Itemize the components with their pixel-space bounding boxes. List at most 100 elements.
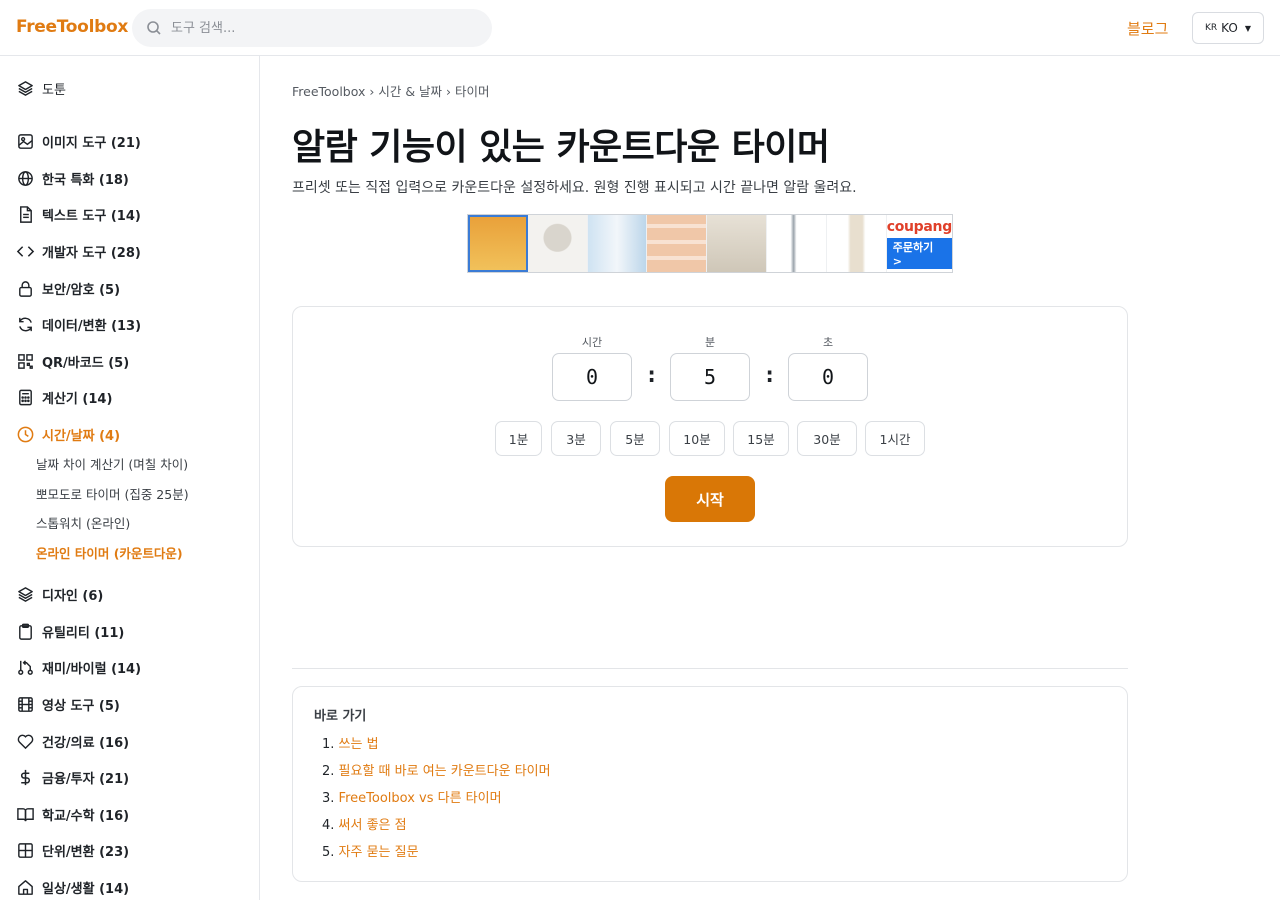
toc-item-number: 1.	[322, 737, 335, 752]
sidebar-item-data-convert[interactable]: 데이터/변환 (13)	[16, 313, 141, 335]
ad-product-image	[707, 215, 768, 272]
lock-icon	[19, 280, 32, 297]
sidebar-item-utility[interactable]: 유틸리티 (11)	[16, 620, 124, 642]
sidebar-item-label: 유틸리티 (11)	[42, 625, 125, 641]
sidebar-item-label: 시간/날짜 (4)	[42, 428, 121, 444]
search-input[interactable]	[171, 20, 471, 36]
ad-product-image	[826, 215, 887, 272]
preset-5min-button[interactable]: 5분	[610, 421, 660, 456]
sidebar-subitem-date-diff[interactable]: 날짜 차이 계산기 (며칠 차이)	[36, 455, 188, 475]
blog-link[interactable]: 블로그	[1127, 18, 1168, 39]
sidebar-item-label: 단위/변환 (23)	[42, 844, 130, 860]
preset-10min-button[interactable]: 10분	[669, 421, 725, 456]
sidebar-item-fun[interactable]: 재미/바이럴 (14)	[16, 656, 141, 678]
hours-label: 시간	[581, 336, 603, 349]
sidebar-item-label: 이미지 도구 (21)	[42, 135, 141, 151]
sidebar-item-units[interactable]: 단위/변환 (23)	[16, 839, 129, 861]
preset-15min-button[interactable]: 15분	[733, 421, 789, 456]
sidebar-item-label: 영상 도구 (5)	[42, 698, 120, 714]
seconds-label: 초	[822, 336, 834, 349]
heart-icon	[17, 734, 34, 749]
toc-item: 5. 자주 묻는 질문	[322, 841, 419, 860]
toc-link[interactable]: 필요할 때 바로 여는 카운트다운 타이머	[339, 764, 551, 779]
top-bar: FreeToolbox 블로그 KR KO ▼	[0, 0, 1280, 56]
minutes-label: 분	[704, 336, 716, 349]
toc-link[interactable]: 써서 좋은 점	[339, 818, 407, 833]
ad-banner[interactable]: coupang 주문하기 >	[467, 214, 953, 273]
sidebar-item-design[interactable]: 디자인 (6)	[16, 583, 103, 605]
qr-icon	[18, 353, 33, 369]
hours-input[interactable]	[552, 353, 632, 401]
site-logo[interactable]: FreeToolbox	[16, 17, 128, 37]
minutes-input[interactable]	[670, 353, 750, 401]
sidebar-item-label: 도툰	[42, 82, 66, 98]
sidebar-item-label: 개발자 도구 (28)	[42, 245, 141, 261]
book-icon	[17, 807, 34, 821]
dollar-icon	[20, 769, 31, 785]
sidebar-item-label: 일상/생활 (14)	[42, 881, 130, 897]
time-separator: :	[645, 363, 659, 388]
calculator-icon	[19, 389, 32, 405]
clipboard-icon	[19, 623, 32, 640]
sidebar-item-finance[interactable]: 금융/투자 (21)	[16, 766, 129, 788]
preset-30min-button[interactable]: 30분	[797, 421, 857, 456]
sidebar-item-label: 보안/암호 (5)	[42, 282, 121, 298]
sidebar-item-top[interactable]: 도툰	[16, 77, 66, 99]
sidebar-item-korea[interactable]: 한국 특화 (18)	[16, 167, 129, 189]
preset-1hour-button[interactable]: 1시간	[865, 421, 925, 456]
toc-title: 바로 가기	[314, 709, 367, 724]
preset-1min-button[interactable]: 1분	[495, 421, 542, 456]
seconds-input[interactable]	[788, 353, 868, 401]
sidebar-subitem-online-timer[interactable]: 온라인 타이머 (카운트다운)	[36, 544, 183, 564]
sidebar-item-qr[interactable]: QR/바코드 (5)	[16, 350, 129, 372]
clock-icon	[17, 426, 34, 442]
sidebar-item-school[interactable]: 학교/수학 (16)	[16, 803, 129, 825]
preset-3min-button[interactable]: 3분	[551, 421, 601, 456]
breadcrumb[interactable]: FreeToolbox › 시간 & 날짜 › 타이머	[292, 81, 490, 100]
sidebar-item-daily-life[interactable]: 일상/생활 (14)	[16, 876, 129, 898]
toc-item: 4. 써서 좋은 점	[322, 814, 407, 833]
sidebar-item-video[interactable]: 영상 도구 (5)	[16, 693, 120, 715]
ad-product-image	[468, 215, 528, 272]
sidebar-item-text-tools[interactable]: 텍스트 도구 (14)	[16, 203, 141, 225]
sidebar-item-label: 데이터/변환 (13)	[42, 318, 142, 334]
sidebar-subitem-stopwatch[interactable]: 스톱워치 (온라인)	[36, 514, 130, 534]
sidebar-item-calculator[interactable]: 계산기 (14)	[16, 386, 112, 408]
sidebar: 도툰 이미지 도구 (21) 한국 특화 (18) 텍스트 도구 (14) 개발…	[0, 56, 260, 900]
sidebar-item-label: 재미/바이럴 (14)	[42, 661, 142, 677]
ad-product-image	[647, 215, 708, 272]
sidebar-item-dev-tools[interactable]: 개발자 도구 (28)	[16, 240, 141, 262]
start-button[interactable]: 시작	[665, 476, 755, 522]
sidebar-item-health[interactable]: 건강/의료 (16)	[16, 730, 129, 752]
caret-down-icon: ▼	[1244, 23, 1251, 33]
search-icon	[147, 21, 161, 35]
language-label: KO	[1221, 21, 1238, 35]
sidebar-item-image-tools[interactable]: 이미지 도구 (21)	[16, 130, 141, 152]
toc-link[interactable]: FreeToolbox vs 다른 타이머	[339, 791, 502, 806]
sidebar-subitem-pomodoro[interactable]: 뽀모도로 타이머 (집중 25분)	[36, 485, 189, 505]
ad-product-image	[587, 215, 648, 272]
sidebar-item-label: 학교/수학 (16)	[42, 808, 130, 824]
sidebar-item-label: 금융/투자 (21)	[42, 771, 130, 787]
sidebar-item-time-date[interactable]: 시간/날짜 (4)	[16, 423, 120, 445]
sidebar-item-security[interactable]: 보안/암호 (5)	[16, 277, 120, 299]
ad-coupang-block[interactable]: coupang 주문하기 >	[886, 215, 952, 272]
divider	[292, 668, 1128, 669]
sidebar-item-label: 텍스트 도구 (14)	[42, 208, 141, 224]
toc-item-number: 3.	[322, 791, 335, 806]
ad-product-image	[527, 215, 588, 272]
page-description: 프리셋 또는 직접 입력으로 카운트다운 설정하세요. 원형 진행 표시되고 시…	[292, 180, 857, 196]
ad-product-image	[767, 215, 827, 272]
search-box[interactable]	[132, 9, 492, 47]
language-selector[interactable]: KR KO ▼	[1192, 12, 1264, 44]
toc-link[interactable]: 자주 묻는 질문	[339, 845, 419, 860]
code-icon	[16, 245, 35, 257]
table-of-contents: 바로 가기 1. 쓰는 법 2. 필요할 때 바로 여는 카운트다운 타이머 3…	[292, 686, 1128, 882]
sidebar-item-label: 한국 특화 (18)	[42, 172, 129, 188]
toc-item: 1. 쓰는 법	[322, 733, 379, 752]
film-icon	[18, 696, 33, 712]
sidebar-item-label: 디자인 (6)	[42, 588, 104, 604]
ad-order-button[interactable]: 주문하기 >	[886, 237, 952, 269]
fork-icon	[18, 659, 33, 675]
toc-link[interactable]: 쓰는 법	[339, 737, 379, 752]
